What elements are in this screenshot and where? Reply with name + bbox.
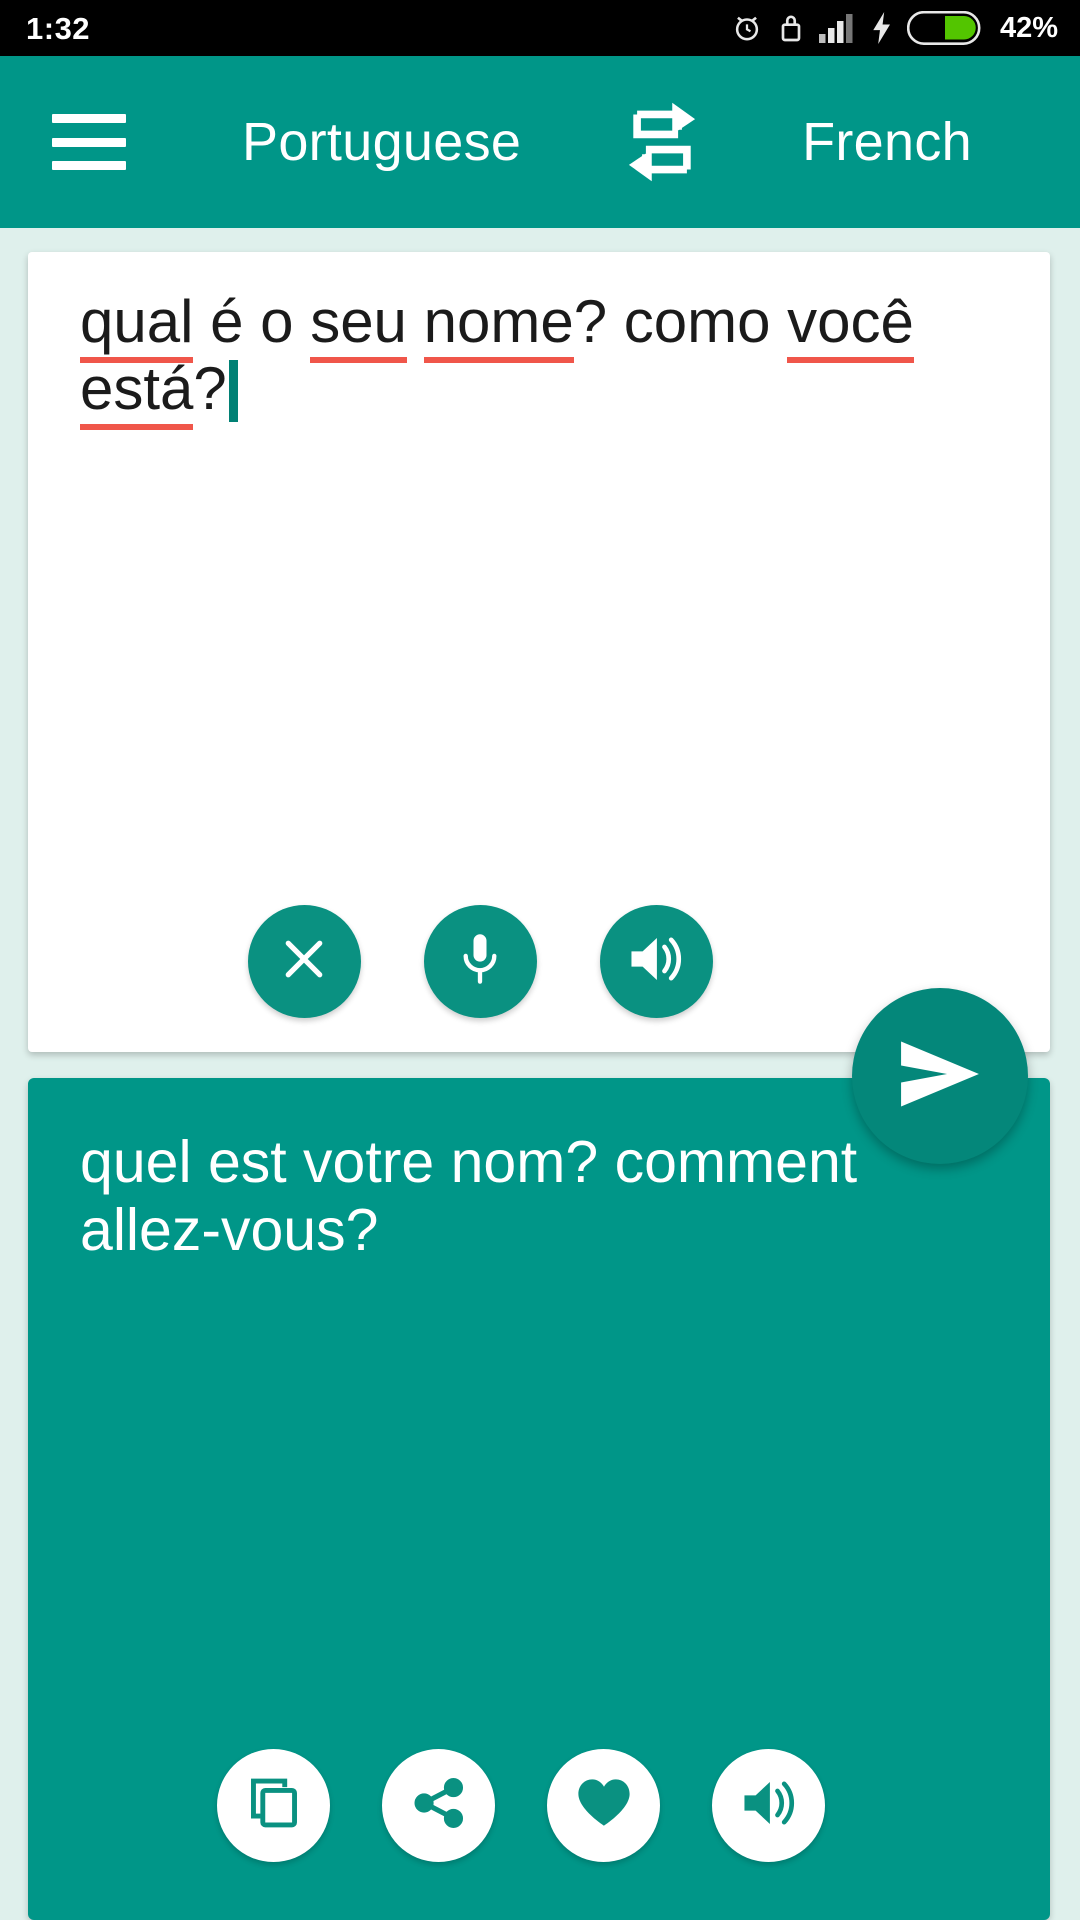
close-icon <box>277 932 331 991</box>
misspelled-word: seu <box>310 288 407 363</box>
translation-result-card: quel est votre nom? comment allez-vous? <box>28 1078 1050 1920</box>
send-button[interactable] <box>852 988 1028 1164</box>
source-text-run: é o <box>193 288 311 355</box>
app-bar: Portuguese French <box>0 56 1080 228</box>
source-text-input[interactable]: qual é o seu nome? como você está? <box>80 288 1010 431</box>
send-icon <box>894 1035 986 1118</box>
copy-button[interactable] <box>217 1749 330 1862</box>
copy-icon <box>246 1775 302 1836</box>
misspelled-word: você <box>787 288 914 363</box>
misspelled-word: qual <box>80 288 194 363</box>
hamburger-bar <box>52 161 126 170</box>
misspelled-word: está <box>80 355 194 431</box>
source-language-selector[interactable]: Portuguese <box>242 111 521 173</box>
translation-text: quel est votre nom? comment allez-vous? <box>80 1129 858 1264</box>
translation-actions-row <box>28 1749 1050 1862</box>
source-text-run: ? <box>193 355 227 423</box>
microphone-icon <box>454 930 506 993</box>
signal-icon <box>818 13 857 43</box>
charging-bolt-icon <box>872 12 892 44</box>
lock-icon <box>778 12 804 44</box>
battery-icon <box>906 11 981 45</box>
app-screen: 1:32 42% Portuguese French qual é o seu … <box>0 0 1080 1920</box>
source-text-run <box>407 288 424 355</box>
share-icon <box>411 1775 467 1836</box>
status-bar: 1:32 42% <box>0 0 1080 56</box>
speaker-icon <box>740 1776 798 1835</box>
microphone-button[interactable] <box>423 905 537 1018</box>
swap-languages-icon[interactable] <box>617 97 707 187</box>
status-icons: 42% <box>731 11 1058 45</box>
text-cursor <box>228 360 238 423</box>
favorite-button[interactable] <box>547 1749 660 1862</box>
target-language-selector[interactable]: French <box>802 111 972 173</box>
heart-icon <box>575 1776 633 1835</box>
misspelled-word: nome <box>423 288 574 363</box>
share-button[interactable] <box>382 1749 495 1862</box>
hamburger-menu-icon[interactable] <box>52 114 126 170</box>
status-clock: 1:32 <box>26 10 91 46</box>
clear-button[interactable] <box>247 905 361 1018</box>
hamburger-bar <box>52 137 126 147</box>
source-text-card: qual é o seu nome? como você está? <box>28 252 1050 1052</box>
battery-percent-label: 42% <box>999 11 1058 44</box>
speak-source-button[interactable] <box>599 905 713 1018</box>
source-text-run: ? como <box>573 288 788 355</box>
speaker-icon <box>627 932 685 991</box>
speak-translation-button[interactable] <box>712 1749 825 1862</box>
hamburger-bar <box>52 114 126 123</box>
alarm-icon <box>731 12 763 44</box>
